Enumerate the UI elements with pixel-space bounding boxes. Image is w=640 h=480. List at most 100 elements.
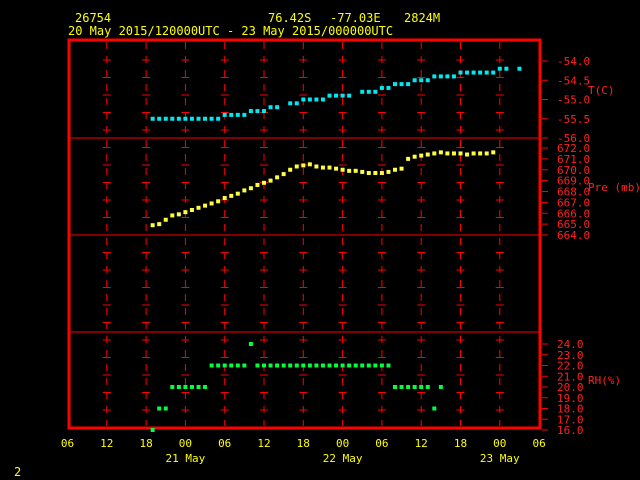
relative-humidity-point bbox=[307, 363, 312, 368]
temperature-point bbox=[222, 112, 227, 117]
relative-humidity-point bbox=[189, 385, 194, 389]
temperature-point bbox=[451, 74, 456, 79]
temperature-point bbox=[203, 116, 208, 121]
relative-humidity-point bbox=[425, 385, 430, 389]
pressure-point bbox=[360, 169, 365, 174]
y-tick-label: -55.5 bbox=[557, 113, 590, 126]
relative-humidity-point bbox=[288, 363, 293, 368]
temperature-point bbox=[465, 70, 470, 75]
temperature-point bbox=[445, 74, 450, 79]
x-day-label: 22 May bbox=[323, 452, 363, 465]
pressure-point bbox=[327, 165, 332, 170]
relative-humidity-point bbox=[163, 406, 168, 411]
temperature-point bbox=[320, 97, 325, 102]
relative-humidity-point bbox=[242, 363, 247, 368]
relative-humidity-point bbox=[268, 363, 273, 368]
relative-humidity-point bbox=[222, 363, 227, 368]
pressure-point bbox=[209, 201, 214, 206]
x-tick-label: 00 bbox=[179, 437, 192, 450]
pressure-point bbox=[334, 166, 339, 171]
temperature-point bbox=[150, 116, 155, 121]
pressure-point bbox=[438, 150, 443, 155]
x-tick-label: 12 bbox=[257, 437, 270, 450]
temperature-point bbox=[517, 66, 522, 71]
relative-humidity-point bbox=[314, 363, 319, 368]
pressure-point bbox=[275, 175, 280, 180]
relative-humidity-point bbox=[255, 363, 260, 368]
pressure-point bbox=[366, 171, 371, 176]
pressure-point bbox=[176, 212, 181, 217]
pressure-point bbox=[262, 180, 266, 185]
temperature-point bbox=[294, 101, 299, 106]
x-tick-label: 18 bbox=[454, 437, 467, 450]
relative-humidity-point bbox=[366, 363, 371, 368]
temperature-point bbox=[471, 70, 476, 75]
relative-humidity-point bbox=[216, 363, 221, 368]
temperature-point bbox=[504, 66, 509, 71]
relative-humidity-point bbox=[281, 363, 286, 368]
relative-humidity-point bbox=[438, 385, 443, 389]
relative-humidity-point bbox=[248, 342, 253, 346]
pressure-point bbox=[458, 151, 463, 156]
relative-humidity-point bbox=[399, 385, 404, 389]
x-tick-label: 06 bbox=[532, 437, 545, 450]
temperature-point bbox=[170, 116, 175, 121]
temperature-point bbox=[366, 89, 371, 94]
y-tick-label: -54.0 bbox=[557, 55, 590, 68]
y-tick-label: 16.0 bbox=[557, 424, 584, 437]
relative-humidity-point bbox=[320, 363, 325, 368]
pressure-point bbox=[432, 151, 437, 156]
relative-humidity-point bbox=[347, 363, 352, 368]
x-tick-label: 06 bbox=[218, 437, 231, 450]
relative-humidity-point bbox=[301, 363, 306, 368]
temperature-point bbox=[406, 82, 411, 87]
pressure-point bbox=[242, 188, 247, 193]
relative-humidity-point bbox=[203, 385, 208, 389]
x-tick-label: 00 bbox=[336, 437, 349, 450]
pressure-point bbox=[163, 217, 168, 222]
pressure-point bbox=[235, 191, 240, 196]
pressure-point bbox=[189, 207, 194, 212]
pressure-point bbox=[196, 205, 201, 210]
pressure-point bbox=[451, 151, 456, 156]
temperature-point bbox=[183, 116, 188, 121]
pressure-point bbox=[471, 151, 476, 156]
relative-humidity-point bbox=[183, 385, 188, 389]
pressure-point bbox=[379, 171, 384, 176]
temperature-point bbox=[157, 116, 162, 121]
pressure-point bbox=[353, 168, 358, 173]
relative-humidity-point bbox=[406, 385, 411, 389]
temperature-point bbox=[235, 112, 240, 117]
relative-humidity-point bbox=[209, 363, 214, 368]
temperature-point bbox=[209, 116, 214, 121]
pressure-point bbox=[268, 178, 273, 183]
x-tick-label: 18 bbox=[139, 437, 152, 450]
relative-humidity-point bbox=[275, 363, 280, 368]
relative-humidity-point bbox=[170, 385, 175, 389]
pressure-point bbox=[373, 171, 378, 176]
temperature-point bbox=[216, 116, 221, 121]
temperature-point bbox=[419, 78, 424, 83]
temperature-point bbox=[242, 112, 247, 117]
y-tick-label: -55.0 bbox=[557, 94, 590, 107]
temperature-point bbox=[491, 70, 496, 75]
x-tick-label: 12 bbox=[100, 437, 113, 450]
relative-humidity-point bbox=[379, 363, 384, 368]
temperature-point bbox=[327, 93, 332, 98]
pressure-point bbox=[386, 169, 391, 174]
temperature-point bbox=[379, 85, 384, 90]
temperature-point bbox=[386, 85, 391, 90]
pressure-point bbox=[406, 156, 411, 161]
temperature-point bbox=[176, 116, 181, 121]
pressure-point bbox=[340, 167, 345, 172]
y-axis-label: T(C) bbox=[588, 84, 615, 97]
pressure-point bbox=[412, 154, 417, 159]
pressure-point bbox=[170, 213, 175, 218]
temperature-point bbox=[340, 93, 345, 98]
pressure-point bbox=[216, 199, 221, 204]
pressure-point bbox=[203, 203, 208, 208]
temperature-point bbox=[412, 78, 417, 83]
pressure-point bbox=[229, 193, 234, 198]
temperature-point bbox=[268, 105, 273, 110]
pressure-point bbox=[307, 162, 312, 167]
